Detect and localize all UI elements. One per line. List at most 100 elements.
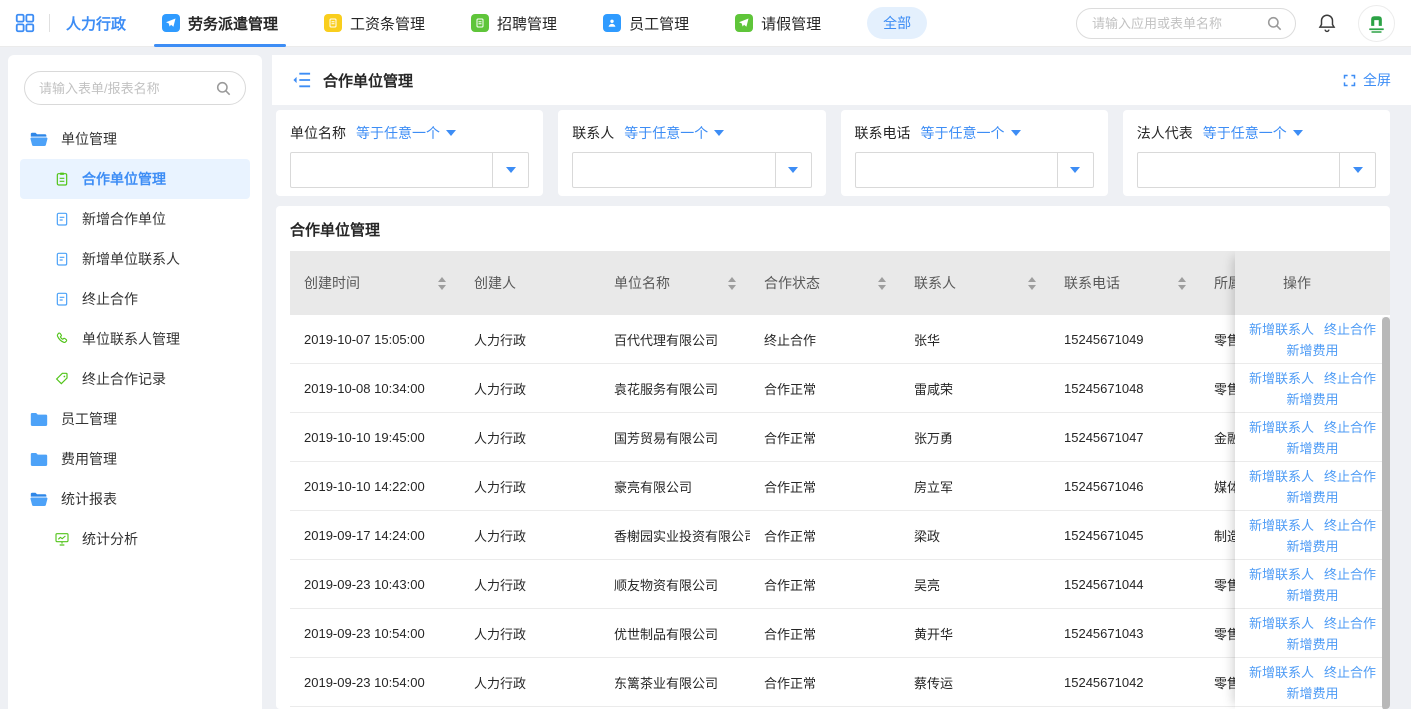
- apps-grid-icon[interactable]: [14, 12, 36, 34]
- active-tab-underline: [154, 44, 286, 47]
- add-contact-link[interactable]: 新增联系人: [1249, 319, 1314, 338]
- sidebar-item-0-3[interactable]: 终止合作: [20, 279, 250, 319]
- search-icon[interactable]: [215, 80, 232, 97]
- terminate-cooperation-link[interactable]: 终止合作: [1324, 466, 1376, 485]
- scrollbar-thumb[interactable]: [1382, 317, 1390, 709]
- sidebar-item-0-4[interactable]: 单位联系人管理: [20, 319, 250, 359]
- sidebar-item-0-0[interactable]: 合作单位管理: [20, 159, 250, 199]
- add-fee-link[interactable]: 新增费用: [1286, 585, 1338, 604]
- notifications-bell-icon[interactable]: [1316, 11, 1338, 35]
- sidebar-search-input[interactable]: [39, 81, 215, 96]
- column-header-2[interactable]: 单位名称: [600, 251, 750, 315]
- filter-operator-dropdown[interactable]: 等于任意一个: [624, 123, 724, 143]
- add-fee-link[interactable]: 新增费用: [1286, 683, 1338, 702]
- column-header-3[interactable]: 合作状态: [750, 251, 900, 315]
- cell-company: 香榭园实业投资有限公司: [600, 511, 750, 559]
- add-fee-link[interactable]: 新增费用: [1286, 634, 1338, 653]
- table-row-2[interactable]: 2019-10-10 19:45:00人力行政国芳贸易有限公司合作正常张万勇15…: [290, 413, 1390, 462]
- sidebar-group-3[interactable]: 统计报表: [8, 479, 262, 519]
- cell-contact: 吴亮: [900, 560, 1050, 608]
- fullscreen-button[interactable]: 全屏: [1342, 70, 1391, 90]
- filter-value-input[interactable]: [291, 153, 492, 187]
- cell-creator: 人力行政: [460, 560, 600, 608]
- table-row-7[interactable]: 2019-09-23 10:54:00人力行政东篱茶业有限公司合作正常蔡传运15…: [290, 658, 1390, 707]
- sidebar-item-0-1[interactable]: 新增合作单位: [20, 199, 250, 239]
- filter-operator-dropdown[interactable]: 等于任意一个: [356, 123, 456, 143]
- add-fee-link[interactable]: 新增费用: [1286, 487, 1338, 506]
- all-apps-button[interactable]: 全部: [867, 7, 927, 39]
- sort-icon[interactable]: [1028, 277, 1036, 290]
- table-row-0[interactable]: 2019-10-07 15:05:00人力行政百代代理有限公司终止合作张华152…: [290, 315, 1390, 364]
- sidebar: 单位管理合作单位管理新增合作单位新增单位联系人终止合作单位联系人管理终止合作记录…: [8, 55, 262, 709]
- terminate-cooperation-link[interactable]: 终止合作: [1324, 662, 1376, 681]
- sidebar-group-2[interactable]: 费用管理: [8, 439, 262, 479]
- cell-company: 百代代理有限公司: [600, 315, 750, 363]
- select-caret-button[interactable]: [775, 153, 811, 187]
- terminate-cooperation-link[interactable]: 终止合作: [1324, 515, 1376, 534]
- sort-icon[interactable]: [878, 277, 886, 290]
- filter-value-input[interactable]: [856, 153, 1057, 187]
- sidebar-item-3-0[interactable]: 统计分析: [20, 519, 250, 559]
- add-fee-link[interactable]: 新增费用: [1286, 389, 1338, 408]
- add-contact-link[interactable]: 新增联系人: [1249, 613, 1314, 632]
- sidebar-search[interactable]: [24, 71, 246, 105]
- table-row-1[interactable]: 2019-10-08 10:34:00人力行政袁花服务有限公司合作正常雷咸荣15…: [290, 364, 1390, 413]
- nav-app-tab-4[interactable]: 请假管理: [735, 0, 821, 47]
- filter-head: 联系电话等于任意一个: [855, 123, 1094, 143]
- select-caret-button[interactable]: [1057, 153, 1093, 187]
- global-search-input[interactable]: [1092, 16, 1266, 31]
- filter-operator-dropdown[interactable]: 等于任意一个: [921, 123, 1021, 143]
- terminate-cooperation-link[interactable]: 终止合作: [1324, 417, 1376, 436]
- add-fee-link[interactable]: 新增费用: [1286, 438, 1338, 457]
- column-header-5[interactable]: 联系电话: [1050, 251, 1200, 315]
- add-contact-link[interactable]: 新增联系人: [1249, 515, 1314, 534]
- filter-value-input[interactable]: [1138, 153, 1339, 187]
- cell-status: 终止合作: [750, 315, 900, 363]
- table-row-4[interactable]: 2019-09-17 14:24:00人力行政香榭园实业投资有限公司合作正常梁政…: [290, 511, 1390, 560]
- select-caret-button[interactable]: [1339, 153, 1375, 187]
- nav-app-tab-1[interactable]: 工资条管理: [324, 0, 425, 47]
- workspace-name[interactable]: 人力行政: [66, 13, 126, 34]
- table-row-3[interactable]: 2019-10-10 14:22:00人力行政豪亮有限公司合作正常房立军1524…: [290, 462, 1390, 511]
- sort-icon[interactable]: [438, 277, 446, 290]
- filter-value-select[interactable]: [290, 152, 529, 188]
- global-search[interactable]: [1076, 8, 1296, 39]
- filter-value-select[interactable]: [572, 152, 811, 188]
- terminate-cooperation-link[interactable]: 终止合作: [1324, 564, 1376, 583]
- app-icon: [324, 14, 342, 32]
- table-row-6[interactable]: 2019-09-23 10:54:00人力行政优世制品有限公司合作正常黄开华15…: [290, 609, 1390, 658]
- nav-app-tab-0[interactable]: 劳务派遣管理: [162, 0, 278, 47]
- filter-value-select[interactable]: [855, 152, 1094, 188]
- sidebar-item-0-5[interactable]: 终止合作记录: [20, 359, 250, 399]
- add-fee-link[interactable]: 新增费用: [1286, 340, 1338, 359]
- nav-app-tab-2[interactable]: 招聘管理: [471, 0, 557, 47]
- vertical-scrollbar[interactable]: [1382, 317, 1390, 709]
- sort-icon[interactable]: [1178, 277, 1186, 290]
- filter-operator-dropdown[interactable]: 等于任意一个: [1203, 123, 1303, 143]
- add-contact-link[interactable]: 新增联系人: [1249, 466, 1314, 485]
- add-fee-link[interactable]: 新增费用: [1286, 536, 1338, 555]
- account-avatar[interactable]: [1358, 5, 1395, 42]
- filter-value-input[interactable]: [573, 153, 774, 187]
- table-row-5[interactable]: 2019-09-23 10:43:00人力行政顺友物资有限公司合作正常吴亮152…: [290, 560, 1390, 609]
- add-contact-link[interactable]: 新增联系人: [1249, 368, 1314, 387]
- terminate-cooperation-link[interactable]: 终止合作: [1324, 368, 1376, 387]
- column-header-0[interactable]: 创建时间: [290, 251, 460, 315]
- add-contact-link[interactable]: 新增联系人: [1249, 662, 1314, 681]
- sidebar-group-0[interactable]: 单位管理: [8, 119, 262, 159]
- filter-value-select[interactable]: [1137, 152, 1376, 188]
- terminate-cooperation-link[interactable]: 终止合作: [1324, 319, 1376, 338]
- terminate-cooperation-link[interactable]: 终止合作: [1324, 613, 1376, 632]
- action-row-4: 新增联系人终止合作新增费用: [1235, 511, 1390, 560]
- select-caret-button[interactable]: [492, 153, 528, 187]
- collapse-sidebar-icon[interactable]: [292, 71, 312, 89]
- add-contact-link[interactable]: 新增联系人: [1249, 564, 1314, 583]
- sort-icon[interactable]: [728, 277, 736, 290]
- nav-app-tab-3[interactable]: 员工管理: [603, 0, 689, 47]
- column-header-4[interactable]: 联系人: [900, 251, 1050, 315]
- cell-phone: 15245671047: [1050, 413, 1200, 461]
- search-icon[interactable]: [1266, 15, 1283, 32]
- add-contact-link[interactable]: 新增联系人: [1249, 417, 1314, 436]
- sidebar-group-1[interactable]: 员工管理: [8, 399, 262, 439]
- sidebar-item-0-2[interactable]: 新增单位联系人: [20, 239, 250, 279]
